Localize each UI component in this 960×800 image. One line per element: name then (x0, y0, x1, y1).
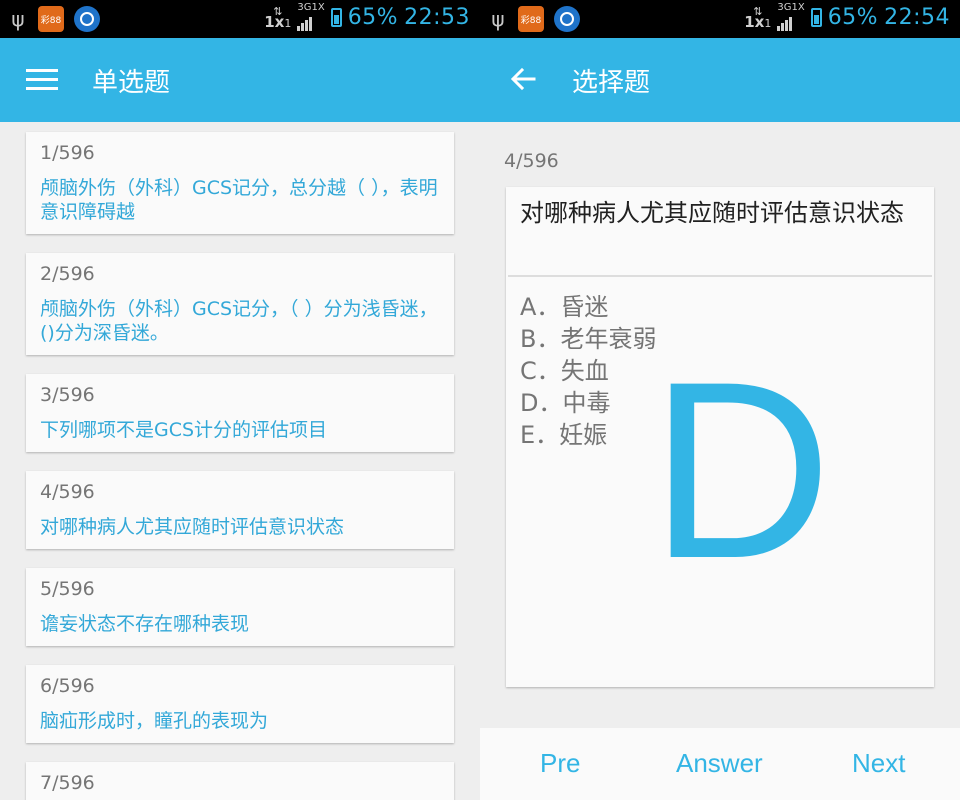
option-b: B．老年衰弱 (520, 325, 657, 353)
list-item[interactable]: 7/596 (26, 762, 454, 800)
page-title: 选择题 (572, 68, 651, 98)
question-text: 颅脑外伤（外科）GCS记分，（ ）分为浅昏迷，()分为深昏迷。 (40, 298, 438, 344)
question-detail-screen: ψ 彩88 ⇅ 1x1 3G1X 65% 22:54 选择题 4/596 对哪种病… (480, 0, 960, 800)
list-item[interactable]: 4/596 对哪种病人尤其应随时评估意识状态 (26, 471, 454, 549)
question-number: 6/596 (40, 675, 95, 697)
option-e: E．妊娠 (520, 421, 608, 449)
question-list-screen: ψ 彩88 ⇅ 1x1 3G1X 65% 22:53 单选题 1/596 颅脑外伤… (0, 0, 480, 800)
question-text: 颅脑外伤（外科）GCS记分，总分越（ ），表明意识障碍越 (40, 177, 438, 223)
list-item[interactable]: 5/596 谵妄状态不存在哪种表现 (26, 568, 454, 646)
app-notification-icon: 彩88 (518, 6, 544, 32)
clock: 22:54 (884, 4, 950, 30)
options-list: A．昏迷 B．老年衰弱 C．失血 D．中毒 E．妊娠 (520, 291, 656, 451)
menu-icon[interactable] (26, 69, 58, 91)
page-title: 单选题 (92, 68, 171, 98)
question-number: 1/596 (40, 142, 95, 164)
question-number: 4/596 (40, 481, 95, 503)
question-text: 下列哪项不是GCS计分的评估项目 (40, 419, 328, 441)
list-item[interactable]: 3/596 下列哪项不是GCS计分的评估项目 (26, 374, 454, 452)
status-bar: ψ 彩88 ⇅ 1x1 3G1X 65% 22:54 (480, 0, 960, 38)
back-arrow-icon[interactable] (508, 64, 538, 94)
option-a: A．昏迷 (520, 293, 609, 321)
question-number: 7/596 (40, 772, 95, 794)
list-item[interactable]: 1/596 颅脑外伤（外科）GCS记分，总分越（ ），表明意识障碍越 (26, 132, 454, 234)
usb-icon: ψ (11, 7, 25, 31)
pre-button[interactable]: Pre (540, 748, 580, 779)
app-bar: 选择题 (480, 38, 960, 122)
question-number: 5/596 (40, 578, 95, 600)
next-button[interactable]: Next (852, 748, 905, 779)
clock: 22:53 (404, 4, 470, 30)
answer-display: D (650, 330, 832, 611)
question-text: 对哪种病人尤其应随时评估意识状态 (520, 199, 904, 227)
question-text: 脑疝形成时，瞳孔的表现为 (40, 710, 269, 732)
battery-percent: 65% (827, 4, 879, 30)
bottom-nav: Pre Answer Next (480, 728, 960, 800)
network-activity-icon: ⇅ 1x1 (264, 4, 292, 31)
signal-icon: 3G1X (297, 3, 325, 31)
question-number: 2/596 (40, 263, 95, 285)
question-text: 谵妄状态不存在哪种表现 (40, 613, 250, 635)
q-app-notification-icon (74, 6, 100, 32)
battery-icon (330, 7, 342, 27)
question-number: 4/596 (504, 150, 559, 172)
question-number: 3/596 (40, 384, 95, 406)
app-bar: 单选题 (0, 38, 480, 122)
answer-button[interactable]: Answer (676, 748, 763, 779)
question-card: 对哪种病人尤其应随时评估意识状态 A．昏迷 B．老年衰弱 C．失血 D．中毒 E… (506, 187, 934, 687)
option-c: C．失血 (520, 357, 609, 385)
list-item[interactable]: 2/596 颅脑外伤（外科）GCS记分，（ ）分为浅昏迷，()分为深昏迷。 (26, 253, 454, 355)
list-item[interactable]: 6/596 脑疝形成时，瞳孔的表现为 (26, 665, 454, 743)
status-bar: ψ 彩88 ⇅ 1x1 3G1X 65% 22:53 (0, 0, 480, 38)
option-d: D．中毒 (520, 389, 611, 417)
battery-icon (810, 7, 822, 27)
app-notification-icon: 彩88 (38, 6, 64, 32)
divider (508, 275, 932, 277)
q-app-notification-icon (554, 6, 580, 32)
signal-icon: 3G1X (777, 3, 805, 31)
question-text: 对哪种病人尤其应随时评估意识状态 (40, 516, 345, 538)
question-list[interactable]: 1/596 颅脑外伤（外科）GCS记分，总分越（ ），表明意识障碍越 2/596… (0, 122, 480, 800)
network-activity-icon: ⇅ 1x1 (744, 4, 772, 31)
usb-icon: ψ (491, 7, 505, 31)
battery-percent: 65% (347, 4, 399, 30)
